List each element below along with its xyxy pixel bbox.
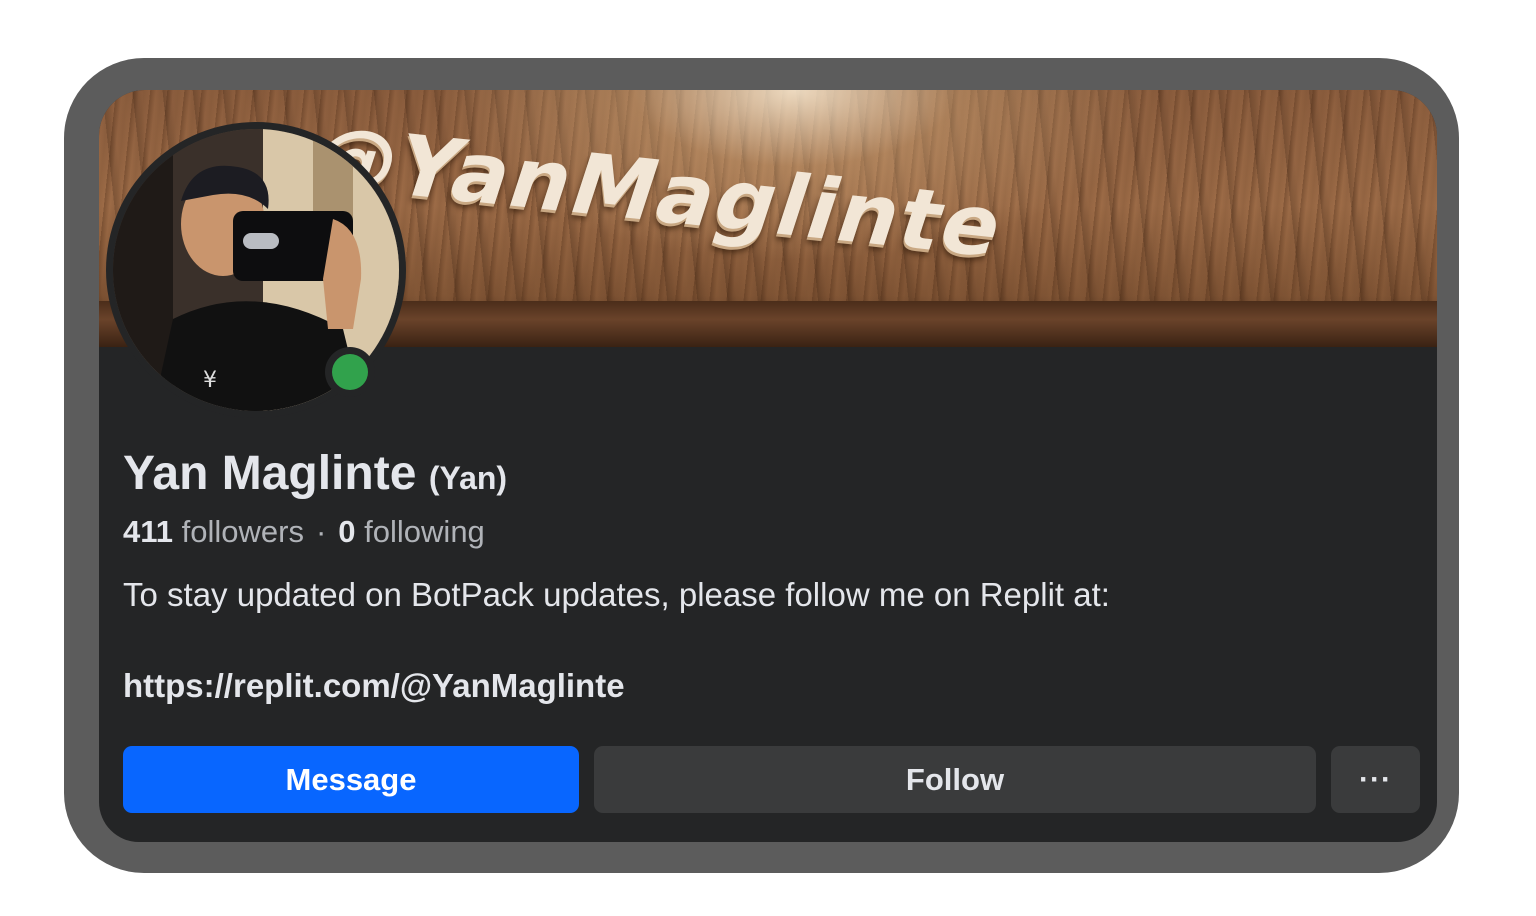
message-button[interactable]: Message — [123, 746, 579, 813]
following-label: following — [364, 514, 485, 549]
svg-text:¥: ¥ — [203, 368, 217, 393]
stats-separator: · — [315, 514, 327, 549]
profile-name-line: Yan Maglinte (Yan) — [123, 446, 507, 501]
profile-bio: To stay updated on BotPack updates, plea… — [123, 576, 1110, 613]
profile-link[interactable]: https://replit.com/@YanMaglinte — [123, 667, 625, 705]
profile-stats: 411 followers · 0 following — [123, 514, 485, 550]
online-status-icon — [325, 347, 375, 397]
following-count: 0 — [338, 514, 356, 549]
more-options-icon[interactable]: ··· — [1331, 746, 1420, 813]
profile-name: Yan Maglinte — [123, 447, 417, 500]
profile-nickname: (Yan) — [428, 460, 508, 496]
followers-label: followers — [181, 514, 304, 549]
following-link[interactable]: 0 following — [338, 514, 485, 549]
followers-count: 411 — [123, 514, 174, 549]
follow-button[interactable]: Follow — [594, 746, 1316, 813]
cover-photo-text: @YanMaglinte — [298, 108, 1018, 276]
followers-link[interactable]: 411 followers — [123, 514, 304, 549]
